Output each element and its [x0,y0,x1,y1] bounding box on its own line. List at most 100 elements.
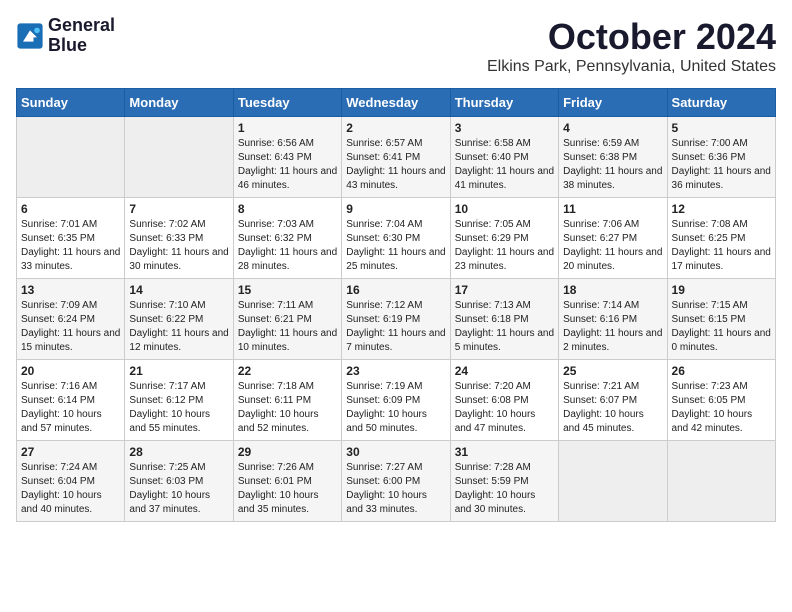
day-info: Sunrise: 7:17 AM Sunset: 6:12 PM Dayligh… [129,380,228,436]
calendar-cell: 28 Sunrise: 7:25 AM Sunset: 6:03 PM Dayli… [125,441,233,522]
calendar-cell: 29 Sunrise: 7:26 AM Sunset: 6:01 PM Dayli… [233,441,341,522]
day-info: Sunrise: 7:24 AM Sunset: 6:04 PM Dayligh… [21,461,120,517]
calendar-cell: 15Sunrise: 7:11 AM Sunset: 6:21 PM Dayli… [233,279,341,360]
calendar-cell: 22 Sunrise: 7:18 AM Sunset: 6:11 PM Dayli… [233,360,341,441]
day-info: Sunrise: 7:20 AM Sunset: 6:08 PM Dayligh… [455,380,554,436]
weekday-header: Monday [125,89,233,117]
day-number: 27 [21,445,120,459]
calendar-cell [559,441,667,522]
day-number: 28 [129,445,228,459]
day-number: 2 [346,121,445,135]
day-info: Sunrise: 7:14 AM Sunset: 6:16 PM Dayligh… [563,299,662,355]
logo-line2: Blue [48,36,115,56]
day-number: 20 [21,364,120,378]
calendar-cell: 31Sunrise: 7:28 AM Sunset: 5:59 PM Dayli… [450,441,558,522]
calendar-cell: 30 Sunrise: 7:27 AM Sunset: 6:00 PM Dayli… [342,441,450,522]
day-info: Sunrise: 7:23 AM Sunset: 6:05 PM Dayligh… [672,380,771,436]
calendar-cell: 26 Sunrise: 7:23 AM Sunset: 6:05 PM Dayli… [667,360,775,441]
calendar-cell: 9 Sunrise: 7:04 AM Sunset: 6:30 PM Daylig… [342,198,450,279]
day-info: Sunrise: 7:26 AM Sunset: 6:01 PM Dayligh… [238,461,337,517]
logo-icon [16,22,44,50]
day-number: 12 [672,202,771,216]
day-info: Sunrise: 7:19 AM Sunset: 6:09 PM Dayligh… [346,380,445,436]
day-info: Sunrise: 7:25 AM Sunset: 6:03 PM Dayligh… [129,461,228,517]
calendar-cell: 1 Sunrise: 6:56 AM Sunset: 6:43 PM Daylig… [233,117,341,198]
title-area: October 2024 Elkins Park, Pennsylvania, … [487,16,776,76]
day-info: Sunrise: 7:00 AM Sunset: 6:36 PM Dayligh… [672,137,771,193]
calendar-cell: 2Sunrise: 6:57 AM Sunset: 6:41 PM Daylig… [342,117,450,198]
calendar-week-row: 13 Sunrise: 7:09 AM Sunset: 6:24 PM Dayli… [17,279,776,360]
day-number: 26 [672,364,771,378]
weekday-header: Wednesday [342,89,450,117]
day-info: Sunrise: 7:01 AM Sunset: 6:35 PM Dayligh… [21,218,120,274]
day-info: Sunrise: 7:18 AM Sunset: 6:11 PM Dayligh… [238,380,337,436]
calendar-week-row: 27 Sunrise: 7:24 AM Sunset: 6:04 PM Dayli… [17,441,776,522]
day-number: 3 [455,121,554,135]
day-number: 5 [672,121,771,135]
day-number: 17 [455,283,554,297]
day-info: Sunrise: 7:04 AM Sunset: 6:30 PM Dayligh… [346,218,445,274]
calendar-cell: 25 Sunrise: 7:21 AM Sunset: 6:07 PM Dayli… [559,360,667,441]
day-info: Sunrise: 7:05 AM Sunset: 6:29 PM Dayligh… [455,218,554,274]
day-number: 30 [346,445,445,459]
calendar-cell [125,117,233,198]
day-info: Sunrise: 7:10 AM Sunset: 6:22 PM Dayligh… [129,299,228,355]
day-info: Sunrise: 6:58 AM Sunset: 6:40 PM Dayligh… [455,137,554,193]
calendar-cell: 4 Sunrise: 6:59 AM Sunset: 6:38 PM Daylig… [559,117,667,198]
day-number: 1 [238,121,337,135]
calendar-cell: 23 Sunrise: 7:19 AM Sunset: 6:09 PM Dayli… [342,360,450,441]
day-number: 22 [238,364,337,378]
weekday-header: Friday [559,89,667,117]
day-number: 16 [346,283,445,297]
day-info: Sunrise: 7:03 AM Sunset: 6:32 PM Dayligh… [238,218,337,274]
day-info: Sunrise: 7:28 AM Sunset: 5:59 PM Dayligh… [455,461,554,517]
day-number: 25 [563,364,662,378]
calendar-cell: 11 Sunrise: 7:06 AM Sunset: 6:27 PM Dayli… [559,198,667,279]
calendar-cell: 10 Sunrise: 7:05 AM Sunset: 6:29 PM Dayli… [450,198,558,279]
day-number: 6 [21,202,120,216]
month-title: October 2024 [487,16,776,58]
day-info: Sunrise: 7:21 AM Sunset: 6:07 PM Dayligh… [563,380,662,436]
calendar-cell: 16 Sunrise: 7:12 AM Sunset: 6:19 PM Dayli… [342,279,450,360]
calendar-cell [667,441,775,522]
calendar-cell [17,117,125,198]
day-number: 8 [238,202,337,216]
day-info: Sunrise: 6:56 AM Sunset: 6:43 PM Dayligh… [238,137,337,193]
weekday-header: Thursday [450,89,558,117]
day-info: Sunrise: 7:09 AM Sunset: 6:24 PM Dayligh… [21,299,120,355]
day-number: 19 [672,283,771,297]
day-number: 18 [563,283,662,297]
calendar-cell: 21 Sunrise: 7:17 AM Sunset: 6:12 PM Dayli… [125,360,233,441]
day-number: 23 [346,364,445,378]
calendar-cell: 17 Sunrise: 7:13 AM Sunset: 6:18 PM Dayli… [450,279,558,360]
day-number: 10 [455,202,554,216]
day-info: Sunrise: 7:12 AM Sunset: 6:19 PM Dayligh… [346,299,445,355]
day-info: Sunrise: 7:15 AM Sunset: 6:15 PM Dayligh… [672,299,771,355]
day-number: 21 [129,364,228,378]
day-number: 11 [563,202,662,216]
day-info: Sunrise: 7:06 AM Sunset: 6:27 PM Dayligh… [563,218,662,274]
logo: General Blue [16,16,115,56]
calendar-cell: 24 Sunrise: 7:20 AM Sunset: 6:08 PM Dayli… [450,360,558,441]
calendar-cell: 7Sunrise: 7:02 AM Sunset: 6:33 PM Daylig… [125,198,233,279]
day-number: 13 [21,283,120,297]
day-number: 4 [563,121,662,135]
day-number: 7 [129,202,228,216]
logo-line1: General [48,16,115,36]
day-info: Sunrise: 7:16 AM Sunset: 6:14 PM Dayligh… [21,380,120,436]
calendar-cell: 13 Sunrise: 7:09 AM Sunset: 6:24 PM Dayli… [17,279,125,360]
day-number: 9 [346,202,445,216]
day-info: Sunrise: 6:59 AM Sunset: 6:38 PM Dayligh… [563,137,662,193]
location-title: Elkins Park, Pennsylvania, United States [487,58,776,76]
day-info: Sunrise: 7:27 AM Sunset: 6:00 PM Dayligh… [346,461,445,517]
weekday-header: Tuesday [233,89,341,117]
calendar-week-row: 6 Sunrise: 7:01 AM Sunset: 6:35 PM Daylig… [17,198,776,279]
day-number: 29 [238,445,337,459]
header: General Blue October 2024 Elkins Park, P… [16,16,776,76]
weekday-header: Sunday [17,89,125,117]
day-number: 24 [455,364,554,378]
day-number: 15 [238,283,337,297]
calendar-cell: 18 Sunrise: 7:14 AM Sunset: 6:16 PM Dayli… [559,279,667,360]
calendar-cell: 27 Sunrise: 7:24 AM Sunset: 6:04 PM Dayli… [17,441,125,522]
day-info: Sunrise: 7:13 AM Sunset: 6:18 PM Dayligh… [455,299,554,355]
